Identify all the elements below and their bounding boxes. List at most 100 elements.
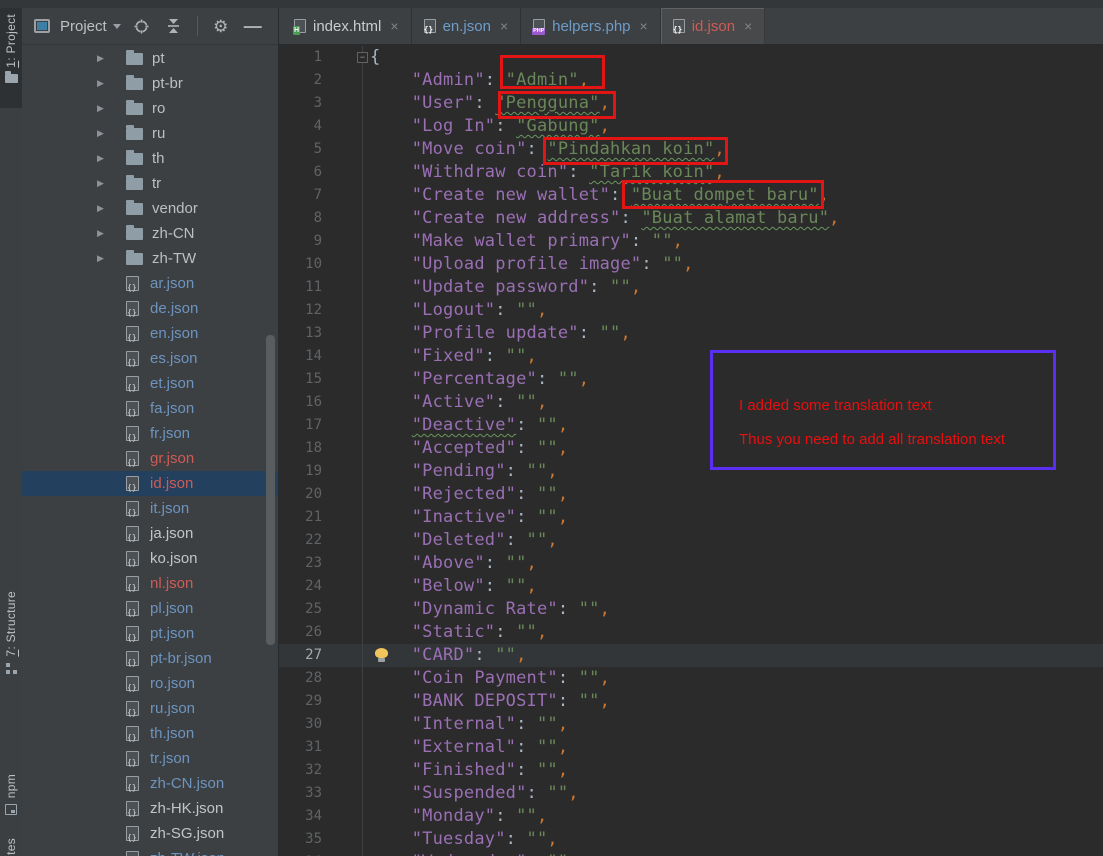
code-line-30[interactable]: 30 "Internal": "",: [279, 713, 1103, 736]
code-line-16[interactable]: 16 "Active": "",: [279, 391, 1103, 414]
editor-tab-id.json[interactable]: {}id.json×: [661, 8, 766, 44]
code-line-14[interactable]: 14 "Fixed": "",: [279, 345, 1103, 368]
tree-item-fa.json[interactable]: fa.json: [22, 396, 278, 421]
close-icon[interactable]: ×: [640, 18, 648, 34]
tree-item-id.json[interactable]: id.json: [22, 471, 278, 496]
code-line-2[interactable]: 2 "Admin": "Admin",: [279, 69, 1103, 92]
chevron-down-icon[interactable]: [113, 24, 121, 29]
code-line-33[interactable]: 33 "Suspended": "",: [279, 782, 1103, 805]
code-line-6[interactable]: 6 "Withdraw coin": "Tarik koin",: [279, 161, 1103, 184]
tool-tab-project[interactable]: 1: Project: [0, 8, 22, 108]
expand-arrow-icon[interactable]: ▶: [97, 203, 104, 214]
tree-item-nl.json[interactable]: nl.json: [22, 571, 278, 596]
tree-item-th[interactable]: ▶th: [22, 146, 278, 171]
code-line-22[interactable]: 22 "Deleted": "",: [279, 529, 1103, 552]
tool-tab-favorites[interactable]: Favorites: [0, 832, 22, 856]
collapse-all-icon[interactable]: [163, 15, 185, 37]
tree-item-pt-br.json[interactable]: pt-br.json: [22, 646, 278, 671]
tree-item-es.json[interactable]: es.json: [22, 346, 278, 371]
expand-arrow-icon[interactable]: ▶: [97, 153, 104, 164]
tree-item-zh-CN[interactable]: ▶zh-CN: [22, 221, 278, 246]
intention-bulb-icon[interactable]: [375, 648, 388, 658]
code-line-10[interactable]: 10 "Upload profile image": "",: [279, 253, 1103, 276]
locate-file-icon[interactable]: [131, 15, 153, 37]
code-line-18[interactable]: 18 "Accepted": "",: [279, 437, 1103, 460]
close-icon[interactable]: ×: [390, 18, 398, 34]
code-line-15[interactable]: 15 "Percentage": "",: [279, 368, 1103, 391]
code-line-13[interactable]: 13 "Profile update": "",: [279, 322, 1103, 345]
tree-scrollbar-thumb[interactable]: [266, 335, 275, 645]
tree-item-ar.json[interactable]: ar.json: [22, 271, 278, 296]
code-line-11[interactable]: 11 "Update password": "",: [279, 276, 1103, 299]
code-line-4[interactable]: 4 "Log In": "Gabung",: [279, 115, 1103, 138]
tree-item-en.json[interactable]: en.json: [22, 321, 278, 346]
code-line-32[interactable]: 32 "Finished": "",: [279, 759, 1103, 782]
expand-arrow-icon[interactable]: ▶: [97, 103, 104, 114]
tree-item-zh-SG.json[interactable]: zh-SG.json: [22, 821, 278, 846]
tree-item-tr[interactable]: ▶tr: [22, 171, 278, 196]
tree-item-ru.json[interactable]: ru.json: [22, 696, 278, 721]
fold-collapse-icon[interactable]: −: [357, 52, 368, 63]
tree-item-et.json[interactable]: et.json: [22, 371, 278, 396]
code-line-3[interactable]: 3 "User": "Pengguna",: [279, 92, 1103, 115]
code-line-17[interactable]: 17 "Deactive": "",: [279, 414, 1103, 437]
tree-item-zh-HK.json[interactable]: zh-HK.json: [22, 796, 278, 821]
editor-tab-index.html[interactable]: Hindex.html×: [282, 8, 412, 44]
tree-item-pt-br[interactable]: ▶pt-br: [22, 71, 278, 96]
tree-item-zh-TW[interactable]: ▶zh-TW: [22, 246, 278, 271]
tree-item-vendor[interactable]: ▶vendor: [22, 196, 278, 221]
code-line-35[interactable]: 35 "Tuesday": "",: [279, 828, 1103, 851]
tool-tab-structure[interactable]: 7: Structure: [0, 585, 22, 770]
tree-item-fr.json[interactable]: fr.json: [22, 421, 278, 446]
code-line-12[interactable]: 12 "Logout": "",: [279, 299, 1103, 322]
tree-item-pt[interactable]: ▶pt: [22, 46, 278, 71]
editor-tab-helpers.php[interactable]: PHPhelpers.php×: [521, 8, 661, 44]
code-line-27[interactable]: 27 "CARD": "",: [279, 644, 1103, 667]
close-icon[interactable]: ×: [500, 18, 508, 34]
code-line-34[interactable]: 34 "Monday": "",: [279, 805, 1103, 828]
code-line-29[interactable]: 29 "BANK DEPOSIT": "",: [279, 690, 1103, 713]
tree-item-de.json[interactable]: de.json: [22, 296, 278, 321]
code-line-31[interactable]: 31 "External": "",: [279, 736, 1103, 759]
code-line-8[interactable]: 8 "Create new address": "Buat alamat bar…: [279, 207, 1103, 230]
tree-item-pt.json[interactable]: pt.json: [22, 621, 278, 646]
tree-item-tr.json[interactable]: tr.json: [22, 746, 278, 771]
code-line-7[interactable]: 7 "Create new wallet": "Buat dompet baru…: [279, 184, 1103, 207]
tree-item-ko.json[interactable]: ko.json: [22, 546, 278, 571]
code-line-20[interactable]: 20 "Rejected": "",: [279, 483, 1103, 506]
tree-item-pl.json[interactable]: pl.json: [22, 596, 278, 621]
code-line-9[interactable]: 9 "Make wallet primary": "",: [279, 230, 1103, 253]
expand-arrow-icon[interactable]: ▶: [97, 53, 104, 64]
code-line-28[interactable]: 28 "Coin Payment": "",: [279, 667, 1103, 690]
tree-item-ro.json[interactable]: ro.json: [22, 671, 278, 696]
line-number: 25: [279, 598, 363, 621]
tree-item-it.json[interactable]: it.json: [22, 496, 278, 521]
tree-item-zh-TW.json[interactable]: zh-TW.json: [22, 846, 278, 856]
tree-item-ro[interactable]: ▶ro: [22, 96, 278, 121]
code-line-5[interactable]: 5 "Move coin": "Pindahkan koin",: [279, 138, 1103, 161]
close-icon[interactable]: ×: [744, 18, 752, 34]
expand-arrow-icon[interactable]: ▶: [97, 178, 104, 189]
code-line-21[interactable]: 21 "Inactive": "",: [279, 506, 1103, 529]
tree-item-gr.json[interactable]: gr.json: [22, 446, 278, 471]
tree-item-ru[interactable]: ▶ru: [22, 121, 278, 146]
code-line-36[interactable]: 36 "Wednesday": "",: [279, 851, 1103, 856]
code-line-25[interactable]: 25 "Dynamic Rate": "",: [279, 598, 1103, 621]
code-line-1[interactable]: 1{−: [279, 46, 1103, 69]
code-line-24[interactable]: 24 "Below": "",: [279, 575, 1103, 598]
tool-tab-npm[interactable]: npm: [0, 768, 22, 838]
code-line-23[interactable]: 23 "Above": "",: [279, 552, 1103, 575]
editor-tab-en.json[interactable]: {}en.json×: [412, 8, 522, 44]
tree-item-th.json[interactable]: th.json: [22, 721, 278, 746]
tree-item-ja.json[interactable]: ja.json: [22, 521, 278, 546]
expand-arrow-icon[interactable]: ▶: [97, 228, 104, 239]
code-editor[interactable]: 1{−2 "Admin": "Admin",3 "User": "Penggun…: [279, 46, 1103, 856]
hide-panel-icon[interactable]: —: [242, 15, 264, 37]
expand-arrow-icon[interactable]: ▶: [97, 78, 104, 89]
tree-item-zh-CN.json[interactable]: zh-CN.json: [22, 771, 278, 796]
expand-arrow-icon[interactable]: ▶: [97, 253, 104, 264]
expand-arrow-icon[interactable]: ▶: [97, 128, 104, 139]
settings-gear-icon[interactable]: ⚙: [210, 15, 232, 37]
code-line-26[interactable]: 26 "Static": "",: [279, 621, 1103, 644]
code-line-19[interactable]: 19 "Pending": "",: [279, 460, 1103, 483]
